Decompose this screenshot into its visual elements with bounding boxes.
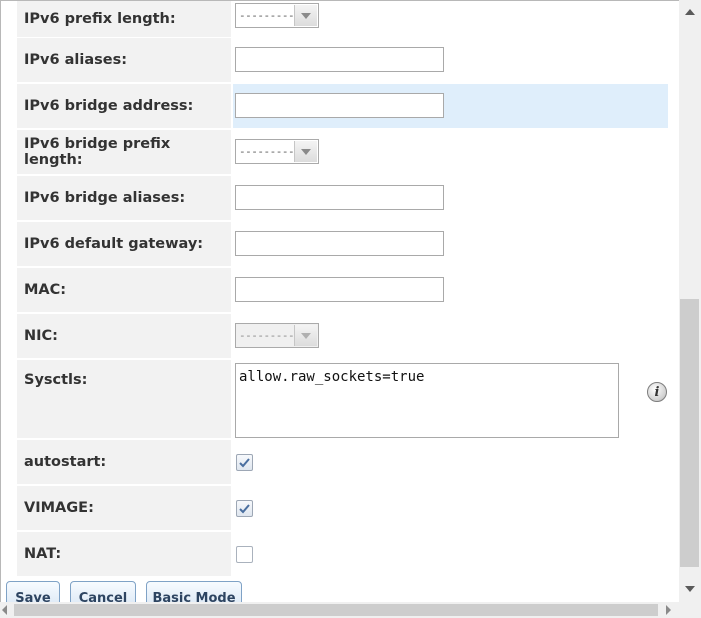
nic-label: NIC: — [17, 314, 231, 358]
ipv6-default-gateway-label: IPv6 default gateway: — [17, 222, 231, 266]
horizontal-scrollbar[interactable] — [0, 602, 679, 618]
checkmark-icon — [239, 458, 250, 468]
scroll-left-icon[interactable] — [2, 605, 7, 615]
ipv6-prefix-length-label: IPv6 prefix length: — [17, 1, 231, 37]
nat-label: NAT: — [17, 532, 231, 576]
ipv6-bridge-aliases-label: IPv6 bridge aliases: — [17, 176, 231, 220]
nat-cell — [233, 532, 668, 576]
chevron-down-icon — [294, 325, 317, 346]
ipv6-bridge-prefix-length-select[interactable]: --------- — [235, 139, 319, 164]
cancel-button[interactable]: Cancel — [70, 581, 136, 602]
sysctls-label: Sysctls: — [17, 360, 231, 438]
vimage-cell — [233, 486, 668, 530]
scroll-up-icon[interactable] — [685, 9, 695, 15]
chevron-down-icon — [294, 141, 317, 162]
sysctls-cell: allow.raw_sockets=true i — [233, 360, 668, 438]
ipv6-prefix-length-selected: --------- — [239, 9, 295, 22]
row-nic: NIC: --------- — [17, 314, 668, 358]
info-icon[interactable]: i — [647, 382, 667, 402]
row-ipv6-default-gateway: IPv6 default gateway: — [17, 222, 668, 266]
basic-mode-button[interactable]: Basic Mode — [146, 581, 242, 602]
ipv6-aliases-input[interactable] — [235, 47, 444, 72]
save-button[interactable]: Save — [6, 581, 60, 602]
ipv6-bridge-prefix-length-selected: --------- — [239, 145, 295, 158]
ipv6-default-gateway-cell — [233, 222, 668, 266]
autostart-label: autostart: — [17, 440, 231, 484]
vertical-scroll-thumb[interactable] — [680, 299, 699, 567]
mac-label: MAC: — [17, 268, 231, 312]
ipv6-bridge-aliases-cell — [233, 176, 668, 220]
vimage-checkbox[interactable] — [236, 500, 253, 517]
autostart-checkbox[interactable] — [236, 454, 253, 471]
mac-cell — [233, 268, 668, 312]
form-viewport: IPv6 prefix length: --------- IPv6 alias… — [0, 0, 679, 602]
vertical-scrollbar[interactable] — [679, 0, 701, 602]
ipv6-bridge-prefix-length-cell: --------- — [233, 130, 668, 174]
row-ipv6-bridge-prefix-length: IPv6 bridge prefix length: --------- — [17, 130, 668, 174]
sysctls-textarea[interactable]: allow.raw_sockets=true — [235, 363, 619, 438]
scrollbar-corner — [679, 602, 701, 618]
row-nat: NAT: — [17, 532, 668, 576]
row-ipv6-prefix-length: IPv6 prefix length: --------- — [17, 1, 668, 37]
ipv6-bridge-prefix-length-label: IPv6 bridge prefix length: — [17, 130, 231, 174]
nic-select[interactable]: --------- — [235, 323, 319, 348]
autostart-cell — [233, 440, 668, 484]
checkmark-icon — [239, 504, 250, 514]
ipv6-prefix-length-select[interactable]: --------- — [235, 3, 319, 28]
ipv6-bridge-aliases-input[interactable] — [235, 185, 444, 210]
scroll-right-icon[interactable] — [666, 605, 671, 615]
nic-selected: --------- — [239, 329, 295, 342]
row-vimage: VIMAGE: — [17, 486, 668, 530]
ipv6-aliases-label: IPv6 aliases: — [17, 38, 231, 82]
row-ipv6-bridge-address: IPv6 bridge address: — [17, 84, 668, 128]
ipv6-default-gateway-input[interactable] — [235, 231, 444, 256]
ipv6-bridge-address-cell — [233, 84, 668, 128]
scroll-down-icon[interactable] — [685, 586, 695, 592]
vimage-label: VIMAGE: — [17, 486, 231, 530]
nic-cell: --------- — [233, 314, 668, 358]
ipv6-prefix-length-cell: --------- — [233, 1, 668, 37]
horizontal-scroll-thumb[interactable] — [14, 604, 658, 616]
ipv6-aliases-cell — [233, 38, 668, 82]
row-mac: MAC: — [17, 268, 668, 312]
ipv6-bridge-address-label: IPv6 bridge address: — [17, 84, 231, 128]
row-ipv6-aliases: IPv6 aliases: — [17, 38, 668, 82]
row-autostart: autostart: — [17, 440, 668, 484]
ipv6-bridge-address-input[interactable] — [235, 93, 444, 118]
row-sysctls: Sysctls: allow.raw_sockets=true i — [17, 360, 668, 438]
chevron-down-icon — [294, 5, 317, 26]
row-ipv6-bridge-aliases: IPv6 bridge aliases: — [17, 176, 668, 220]
mac-input[interactable] — [235, 277, 444, 302]
nat-checkbox[interactable] — [236, 546, 253, 563]
